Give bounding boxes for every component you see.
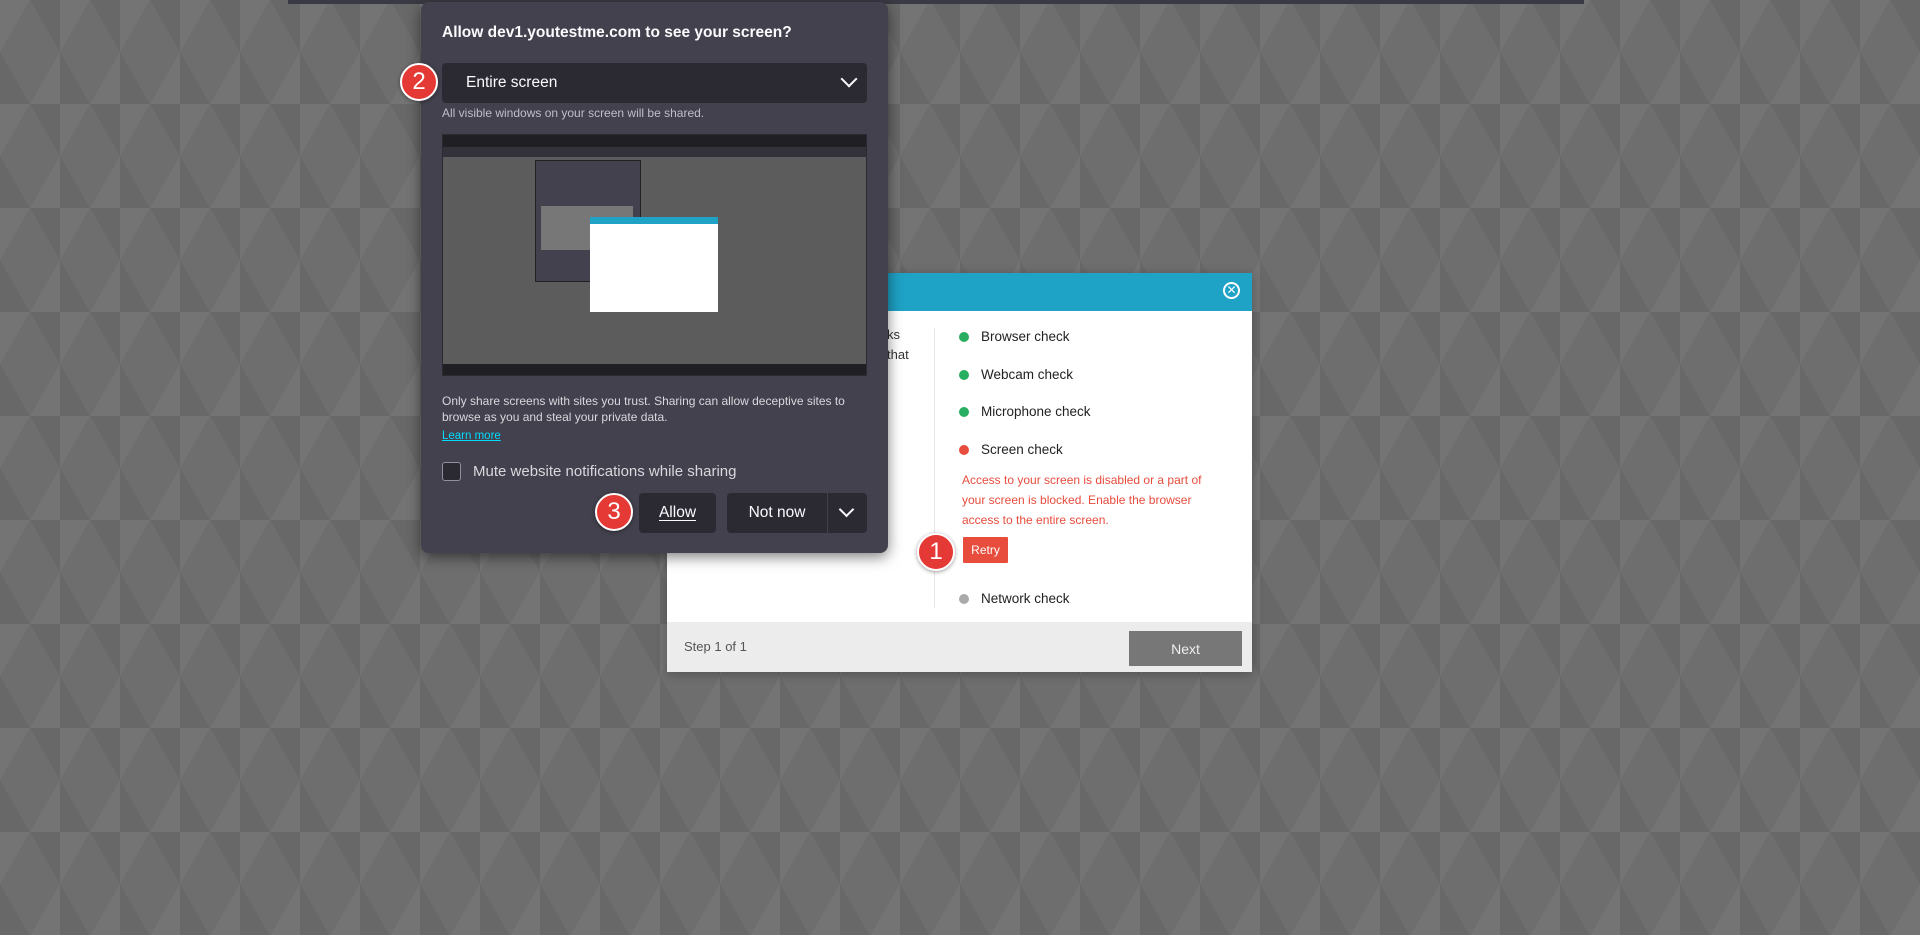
step-marker-3: 3 xyxy=(595,493,633,531)
not-now-button[interactable]: Not now xyxy=(727,493,827,533)
step-marker-1: 1 xyxy=(917,533,955,571)
step-indicator: Step 1 of 1 xyxy=(684,639,747,654)
preview-taskbar xyxy=(443,364,866,375)
check-label: Network check xyxy=(981,591,1070,606)
check-label: Microphone check xyxy=(981,404,1091,419)
check-browser: Browser check xyxy=(959,329,1070,344)
screen-error-message: Access to your screen is disabled or a p… xyxy=(962,473,1202,527)
check-screen: Screen check xyxy=(959,442,1063,457)
allow-label: Allow xyxy=(658,504,697,521)
chevron-down-icon xyxy=(840,70,858,88)
selected-source: Entire screen xyxy=(466,74,558,91)
modal-footer: Step 1 of 1 Next xyxy=(667,622,1252,672)
intro-line: ks xyxy=(887,327,900,342)
allow-button[interactable]: Allow xyxy=(639,493,716,533)
status-dot-ok xyxy=(959,406,969,417)
preview-address-bar xyxy=(443,147,866,157)
step-marker-2: 2 xyxy=(400,63,438,101)
source-hint: All visible windows on your screen will … xyxy=(442,106,705,120)
screen-share-dialog: Allow dev1.youtestme.com to see your scr… xyxy=(421,2,888,553)
screen-source-select[interactable]: Entire screen xyxy=(442,63,867,103)
mute-label: Mute website notifications while sharing xyxy=(473,463,737,480)
check-label: Browser check xyxy=(981,329,1070,344)
next-button[interactable]: Next xyxy=(1129,631,1242,666)
check-label: Screen check xyxy=(981,442,1063,457)
intro-line: that xyxy=(887,347,909,362)
mute-checkbox[interactable] xyxy=(442,462,461,481)
status-dot-error xyxy=(959,444,969,455)
screen-preview xyxy=(442,134,867,376)
status-dot-ok xyxy=(959,369,969,380)
status-dot-ok xyxy=(959,331,969,342)
mute-notifications-row[interactable]: Mute website notifications while sharing xyxy=(442,462,736,481)
not-now-label: Not now xyxy=(748,504,806,521)
retry-button[interactable]: Retry xyxy=(963,537,1008,563)
check-label: Webcam check xyxy=(981,367,1074,382)
more-options-button[interactable] xyxy=(828,493,867,533)
check-network: Network check xyxy=(959,591,1070,606)
learn-more-link[interactable]: Learn more xyxy=(442,430,501,442)
check-webcam: Webcam check xyxy=(959,367,1073,382)
preview-tab-bar xyxy=(443,135,866,147)
trust-warning: Only share screens with sites you trust.… xyxy=(442,394,845,424)
chevron-down-icon xyxy=(838,501,855,518)
check-microphone: Microphone check xyxy=(959,404,1091,419)
dialog-title: Allow dev1.youtestme.com to see your scr… xyxy=(442,24,792,41)
close-icon[interactable]: ✕ xyxy=(1223,282,1240,299)
preview-check-modal xyxy=(590,217,718,312)
intro-text-fragment: ks that xyxy=(887,325,967,365)
status-dot-pending xyxy=(959,593,969,604)
